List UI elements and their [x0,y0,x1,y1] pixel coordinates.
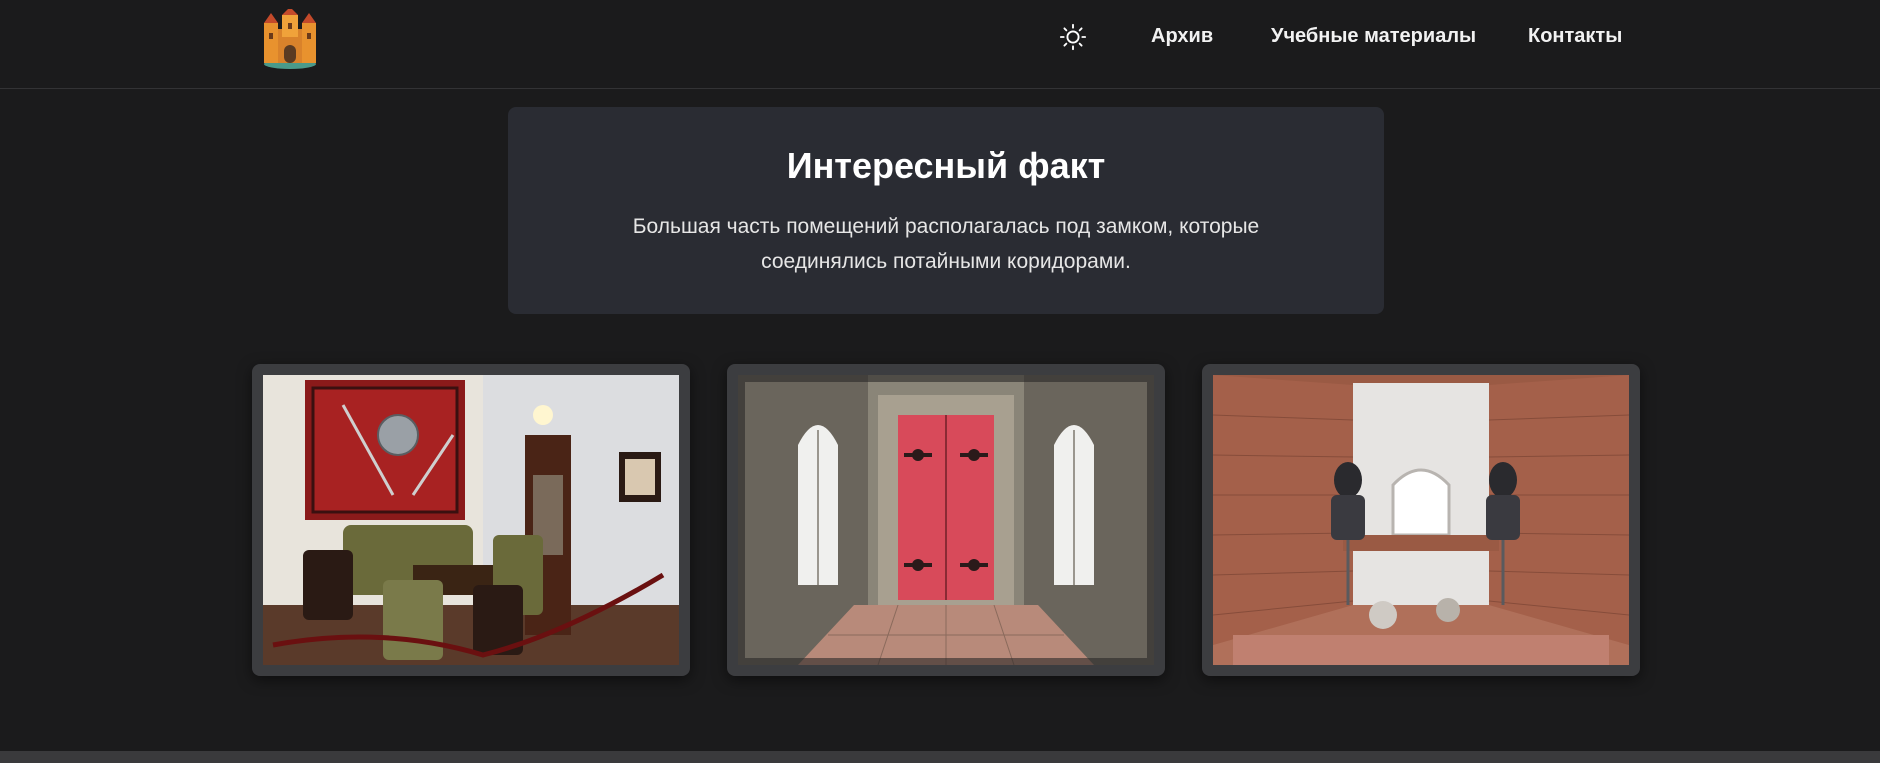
gallery-item-room[interactable] [252,364,690,676]
nav-link-contacts[interactable]: Контакты [1528,25,1622,48]
site-header: Архив Учебные материалы Контакты [0,0,1880,89]
nav-link-archive[interactable]: Архив [1151,25,1213,48]
fact-card: Интересный факт Большая часть помещений … [508,107,1384,314]
fact-title: Интересный факт [786,145,1106,186]
fact-text: Большая часть помещений располагалась по… [632,215,1260,273]
sun-icon [1059,23,1087,51]
castle-room-photo [263,375,679,665]
castle-logo-icon[interactable] [262,7,318,69]
nav-link-materials[interactable]: Учебные материалы [1271,25,1476,48]
red-door-corridor-photo [738,375,1154,665]
gallery-item-door[interactable] [727,364,1165,676]
armor-room-photo [1213,375,1629,665]
theme-toggle-button[interactable] [1058,22,1088,52]
gallery-item-armor[interactable] [1202,364,1640,676]
footer-bar [0,751,1880,763]
